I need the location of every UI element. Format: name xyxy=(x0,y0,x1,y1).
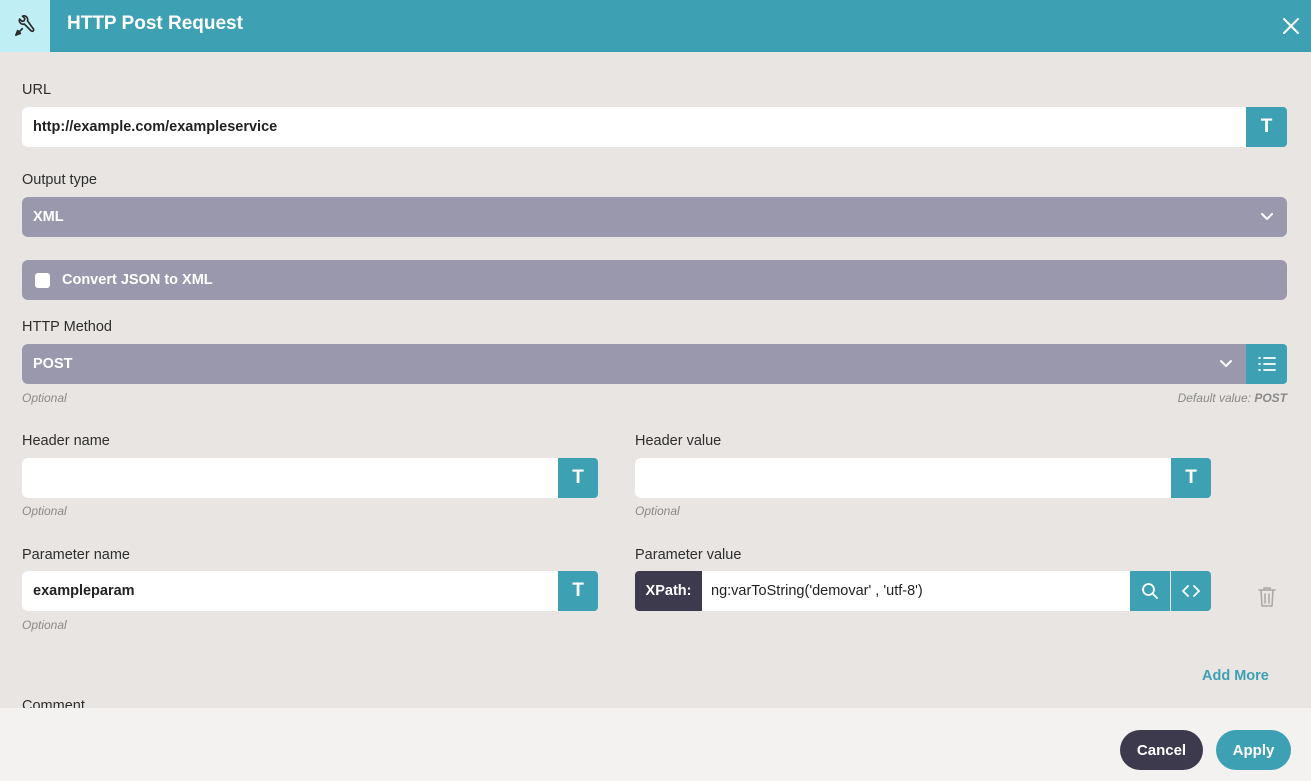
xpath-code-button[interactable] xyxy=(1171,571,1211,611)
header-value-text-type-button[interactable]: T xyxy=(1171,458,1211,498)
http-method-list-button[interactable] xyxy=(1246,344,1287,384)
comment-label: Comment xyxy=(22,698,85,708)
header-name-text-type-button[interactable]: T xyxy=(558,458,598,498)
chevron-down-icon xyxy=(1261,213,1273,220)
cancel-button[interactable]: Cancel xyxy=(1120,730,1203,770)
http-method-optional: Optional xyxy=(22,391,67,405)
add-more-link[interactable]: Add More xyxy=(1202,668,1269,684)
http-method-selected: POST xyxy=(33,356,73,372)
convert-json-checkbox[interactable] xyxy=(35,272,50,288)
header-value-input[interactable] xyxy=(635,458,1171,498)
default-value: POST xyxy=(1254,391,1287,405)
output-type-select[interactable]: XML xyxy=(22,197,1287,237)
dialog-header: HTTP Post Request xyxy=(0,0,1311,52)
parameter-name-text-type-button[interactable]: T xyxy=(558,571,598,611)
trash-icon[interactable] xyxy=(1256,585,1278,609)
parameter-value-label: Parameter value xyxy=(635,547,742,563)
header-value-optional: Optional xyxy=(635,504,680,518)
code-icon xyxy=(1182,585,1200,597)
tools-icon xyxy=(0,0,50,52)
header-name-input[interactable] xyxy=(22,458,558,498)
url-label: URL xyxy=(22,82,52,98)
convert-json-label: Convert JSON to XML xyxy=(62,272,213,288)
apply-button[interactable]: Apply xyxy=(1216,730,1291,770)
xpath-search-button[interactable] xyxy=(1130,571,1170,611)
close-icon[interactable] xyxy=(1277,12,1305,40)
xpath-mode-tag[interactable]: XPath: xyxy=(635,571,702,611)
chevron-down-icon xyxy=(1220,360,1232,367)
http-method-default: Default value: POST xyxy=(1178,391,1287,405)
dialog-title: HTTP Post Request xyxy=(67,13,243,34)
http-method-label: HTTP Method xyxy=(22,319,112,335)
parameter-name-label: Parameter name xyxy=(22,547,130,563)
search-icon xyxy=(1142,583,1158,599)
parameter-name-input[interactable]: exampleparam xyxy=(22,571,558,611)
output-type-label: Output type xyxy=(22,172,97,188)
parameter-value-input[interactable]: ng:varToString('demovar' , 'utf-8') xyxy=(702,571,1130,611)
header-name-label: Header name xyxy=(22,433,110,449)
url-text-type-button[interactable]: T xyxy=(1246,107,1287,147)
url-input[interactable]: http://example.com/exampleservice xyxy=(22,107,1246,147)
output-type-selected: XML xyxy=(33,209,64,225)
parameter-name-optional: Optional xyxy=(22,618,67,632)
dialog-footer xyxy=(0,708,1311,781)
http-method-select[interactable]: POST xyxy=(22,344,1246,384)
list-icon xyxy=(1257,357,1276,371)
header-name-optional: Optional xyxy=(22,504,67,518)
header-value-label: Header value xyxy=(635,433,722,449)
default-prefix: Default value: xyxy=(1177,391,1251,405)
convert-json-row: Convert JSON to XML xyxy=(22,260,1287,300)
